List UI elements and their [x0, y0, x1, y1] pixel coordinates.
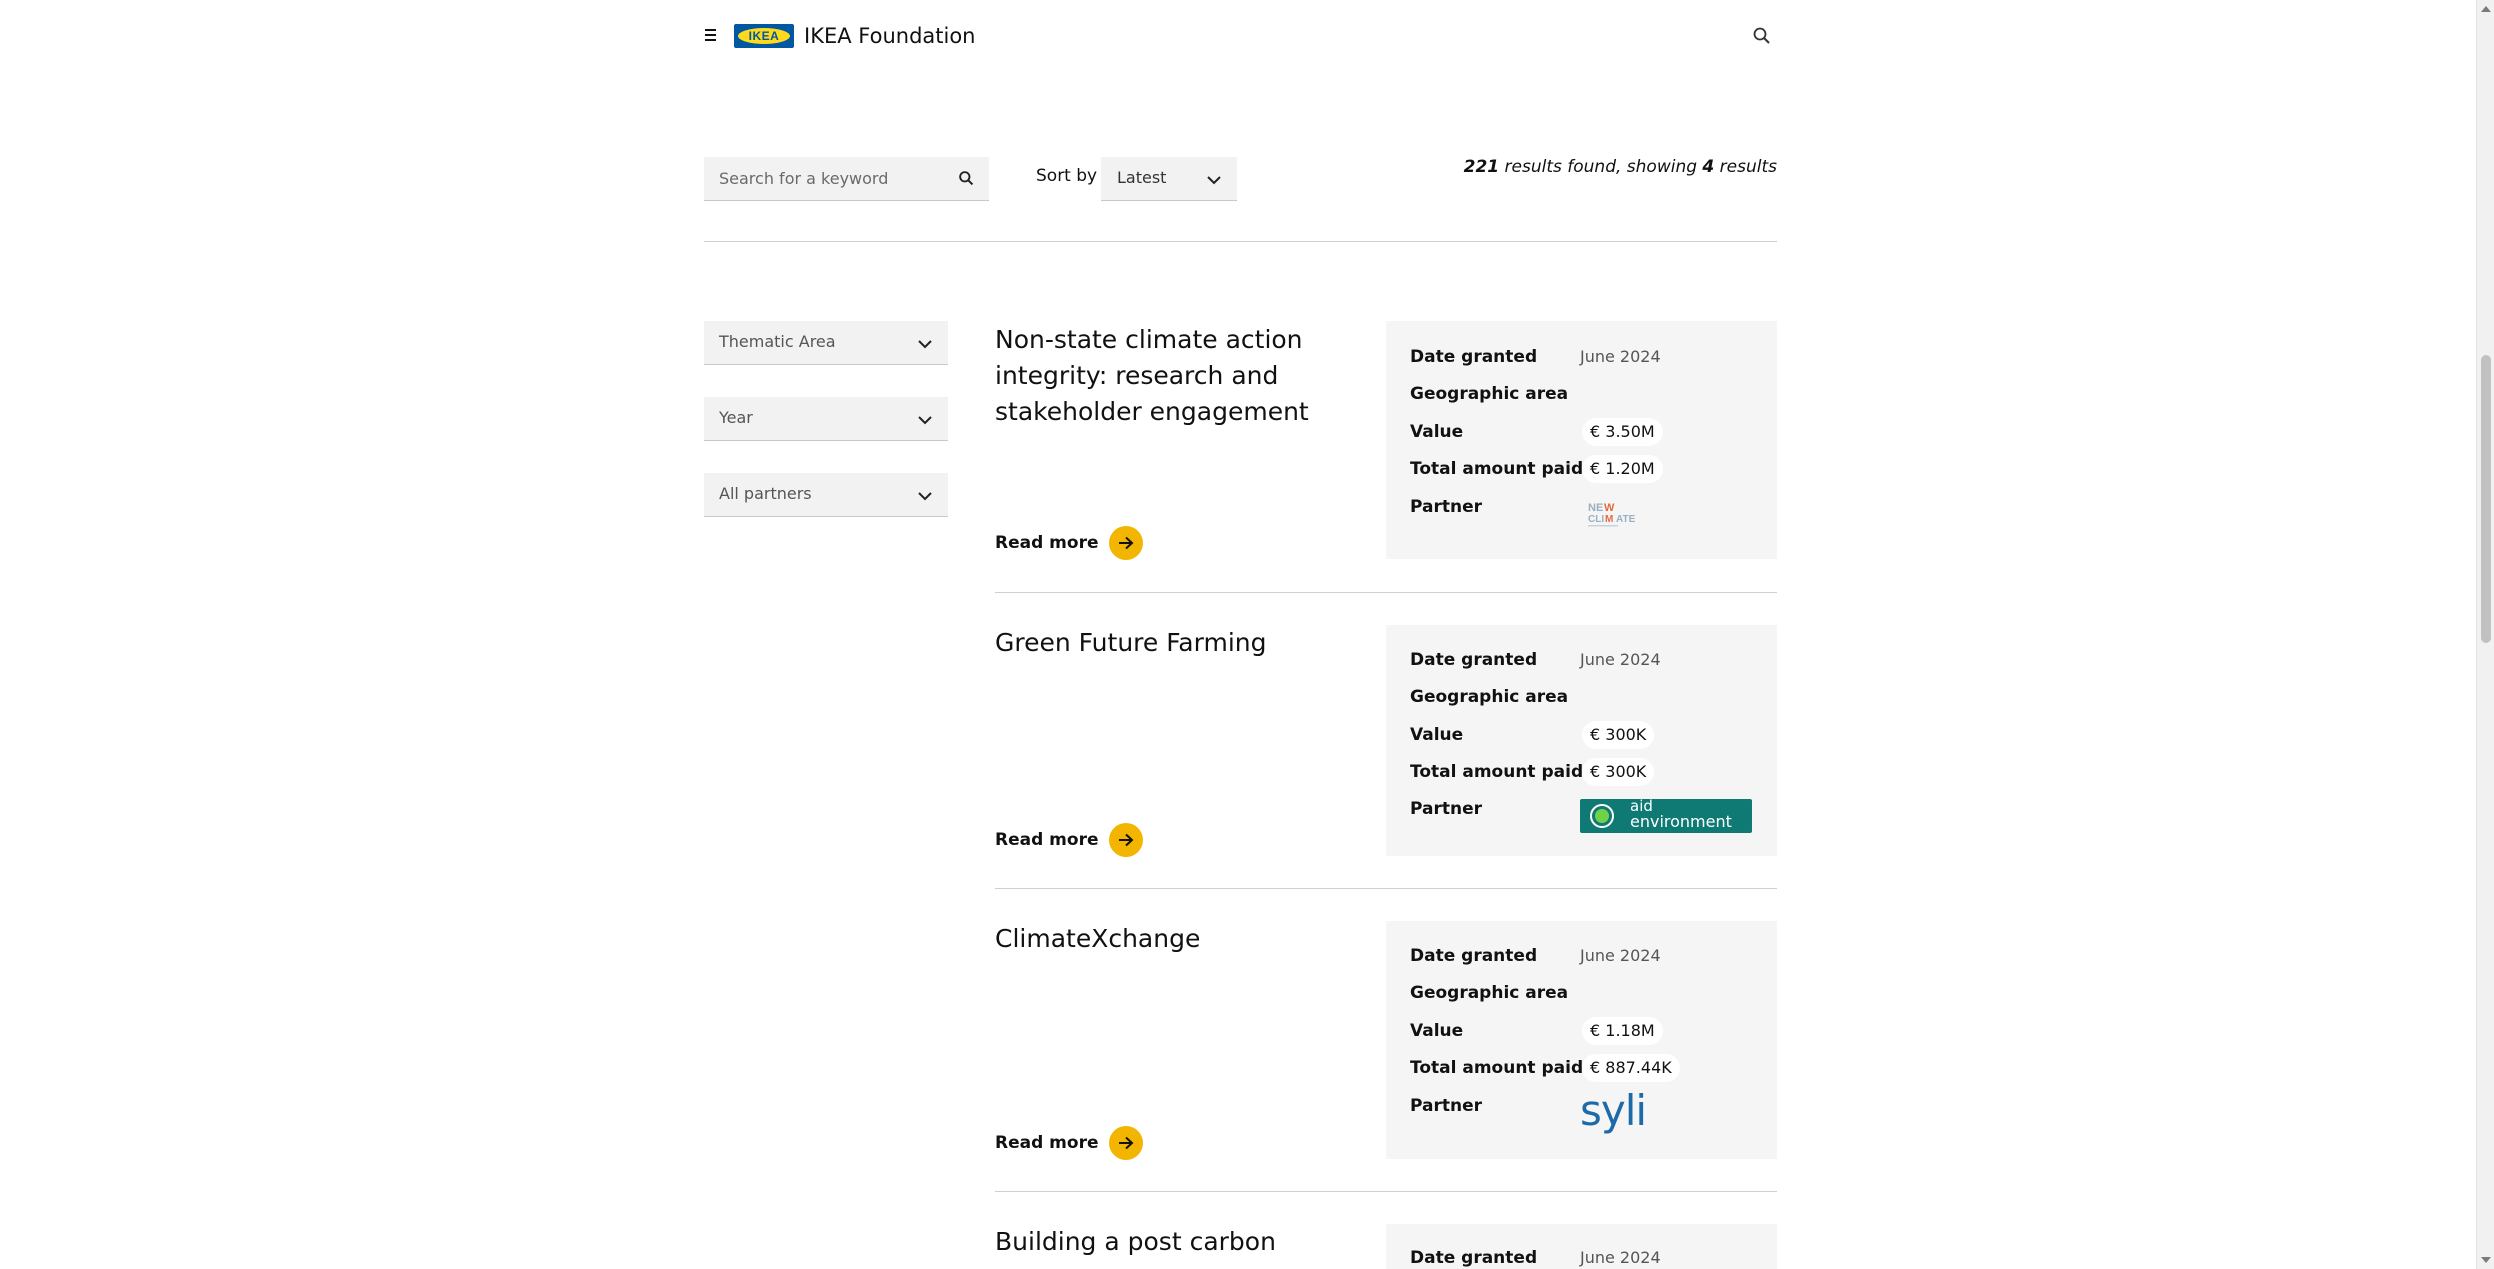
scroll-up-arrow-icon[interactable] [2481, 6, 2491, 12]
results-shown: 4 [1702, 157, 1715, 177]
total-paid-pill: € 1.20M [1582, 455, 1663, 483]
newclimate-logo[interactable]: NE W CLI M ATE [1586, 499, 1646, 529]
scroll-down-arrow-icon[interactable] [2481, 1257, 2491, 1263]
search-icon[interactable] [1752, 26, 1772, 46]
value-label: Value [1410, 1021, 1464, 1041]
arrow-right-icon [1108, 1126, 1143, 1160]
svg-text:M: M [1605, 514, 1613, 525]
value-pill: € 300K [1582, 721, 1655, 749]
value-pill: € 1.18M [1582, 1017, 1663, 1045]
svg-text:CLI: CLI [1588, 514, 1604, 525]
arrow-right-icon [1108, 526, 1143, 560]
thematic-area-dropdown[interactable]: Thematic Area [704, 321, 948, 365]
arrow-right-icon [1108, 823, 1143, 857]
total-paid-pill: € 300K [1582, 758, 1655, 786]
grant-title[interactable]: Green Future Farming [995, 625, 1325, 661]
date-granted-value: June 2024 [1580, 347, 1661, 366]
grant-title[interactable]: ClimateXchange [995, 921, 1325, 957]
total-paid-label: Total amount paid [1410, 1058, 1584, 1078]
year-dropdown[interactable]: Year [704, 397, 948, 441]
svg-text:W: W [1604, 502, 1615, 514]
total-paid-pill: € 887.44K [1582, 1054, 1680, 1082]
aid-environment-mark [1590, 804, 1614, 828]
dropdown-label: Year [719, 408, 753, 427]
value-pill: € 3.50M [1582, 418, 1663, 446]
total-paid-label: Total amount paid [1410, 459, 1584, 479]
value-label: Value [1410, 422, 1464, 442]
read-more-link[interactable]: Read more [995, 526, 1143, 560]
total-paid-label: Total amount paid [1410, 762, 1584, 782]
sort-value: Latest [1117, 168, 1167, 187]
read-more-link[interactable]: Read more [995, 1126, 1143, 1160]
results-text: results found, showing [1499, 157, 1703, 177]
read-more-link[interactable]: Read more [995, 823, 1143, 857]
grant-title[interactable]: Non-state climate action integrity: rese… [995, 322, 1325, 430]
aid-environment-logo[interactable]: aid environment [1580, 799, 1752, 833]
dropdown-label: Thematic Area [719, 332, 836, 351]
search-icon[interactable] [958, 170, 975, 187]
results-text-tail: results [1714, 157, 1777, 177]
sort-select[interactable]: Latest [1101, 157, 1237, 201]
grant-info-panel: Date granted June 2024 Geographic area V… [1386, 921, 1777, 1159]
date-granted-value: June 2024 [1580, 650, 1661, 669]
divider [704, 241, 1777, 242]
date-granted-label: Date granted [1410, 347, 1538, 367]
date-granted-value: June 2024 [1580, 1248, 1661, 1267]
sort-label: Sort by [1036, 166, 1098, 186]
menu-icon[interactable] [703, 26, 719, 46]
grant-info-panel: Date granted June 2024 Geographic area V… [1386, 625, 1777, 856]
geographic-area-label: Geographic area [1410, 983, 1569, 1003]
partners-dropdown[interactable]: All partners [704, 473, 948, 517]
read-more-label: Read more [995, 830, 1099, 850]
card-divider [995, 888, 1777, 889]
partner-label: Partner [1410, 497, 1483, 517]
svg-text:ATE: ATE [1616, 514, 1636, 525]
grant-info-panel: Date granted June 2024 [1386, 1224, 1777, 1269]
scrollbar-thumb[interactable] [2481, 355, 2491, 643]
chevron-down-icon [918, 492, 932, 501]
chevron-down-icon [1207, 176, 1221, 185]
dropdown-label: All partners [719, 484, 812, 503]
results-count: 221 [1463, 157, 1500, 177]
read-more-label: Read more [995, 1133, 1099, 1153]
geographic-area-label: Geographic area [1410, 384, 1569, 404]
results-summary: 221 results found, showing 4 results [1464, 157, 1777, 177]
date-granted-label: Date granted [1410, 1248, 1538, 1268]
keyword-search-input[interactable] [719, 157, 949, 199]
keyword-search-field[interactable] [704, 157, 989, 201]
date-granted-label: Date granted [1410, 946, 1538, 966]
date-granted-value: June 2024 [1580, 946, 1661, 965]
geographic-area-label: Geographic area [1410, 687, 1569, 707]
partner-label: Partner [1410, 799, 1483, 819]
partner-label: Partner [1410, 1096, 1483, 1116]
card-divider [995, 592, 1777, 593]
aid-logo-text: environment [1630, 812, 1732, 831]
grant-title[interactable]: Building a post carbon [995, 1224, 1325, 1260]
site-title[interactable]: IKEA Foundation [804, 22, 976, 50]
syli-logo[interactable]: syli [1580, 1089, 1647, 1133]
read-more-label: Read more [995, 533, 1099, 553]
date-granted-label: Date granted [1410, 650, 1538, 670]
chevron-down-icon [918, 340, 932, 349]
chevron-down-icon [918, 416, 932, 425]
card-divider [995, 1191, 1777, 1192]
grant-info-panel: Date granted June 2024 Geographic area V… [1386, 321, 1777, 559]
ikea-logo[interactable]: IKEA [734, 24, 794, 48]
svg-text:NE: NE [1588, 502, 1603, 514]
value-label: Value [1410, 725, 1464, 745]
scrollbar[interactable] [2476, 0, 2494, 1269]
logo-text: IKEA [748, 29, 780, 43]
